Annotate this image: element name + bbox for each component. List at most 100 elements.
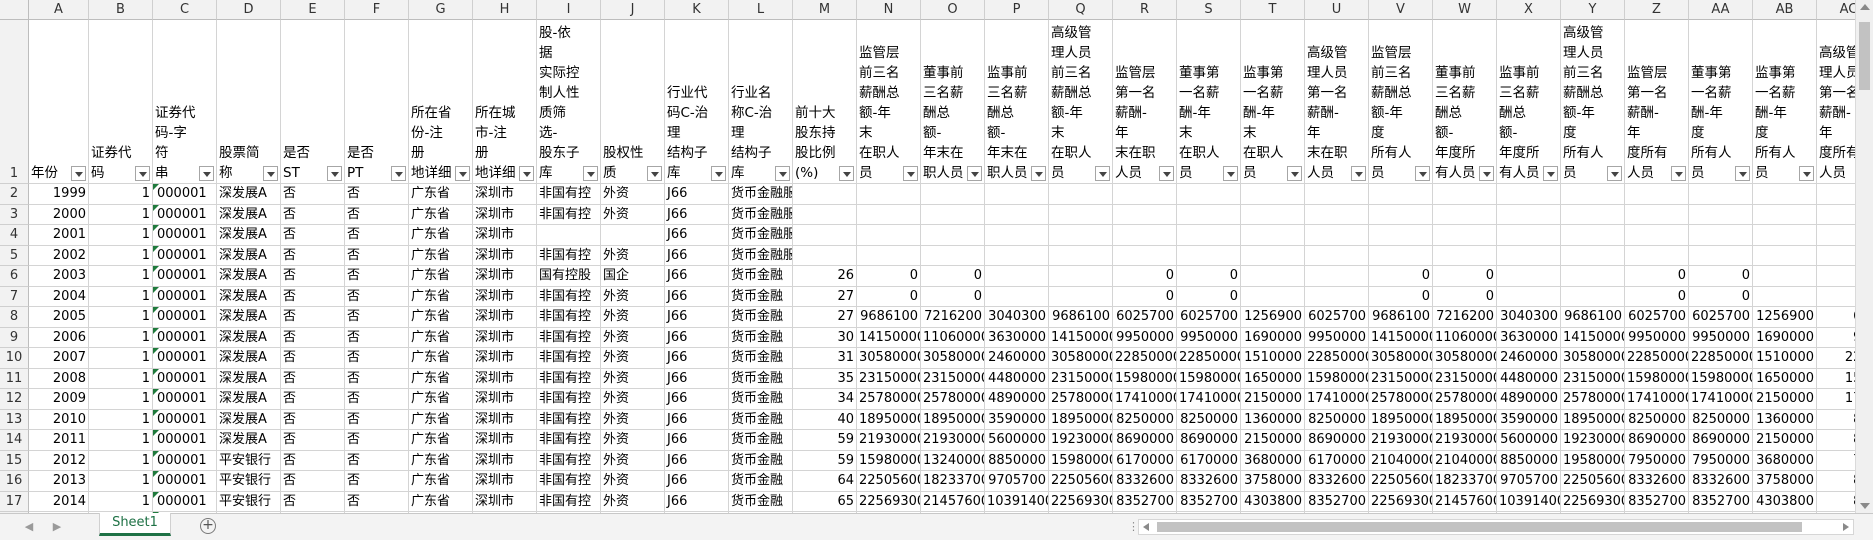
table-cell[interactable]: 1650000 (1753, 368, 1817, 389)
table-cell[interactable]: 否 (345, 471, 409, 492)
filter-dropdown-icon[interactable] (1799, 166, 1814, 181)
table-cell[interactable]: 广东省 (409, 184, 473, 205)
table-cell[interactable]: 3758000 (1753, 471, 1817, 492)
table-cell[interactable]: 2013 (29, 471, 89, 492)
table-cell[interactable]: 000001 (153, 184, 217, 205)
column-header-ab[interactable]: AB (1753, 0, 1817, 20)
table-cell[interactable]: 深发展A (217, 225, 281, 246)
table-cell[interactable]: 外资 (601, 245, 665, 266)
table-cell[interactable]: 000001 (153, 368, 217, 389)
table-cell[interactable] (1177, 245, 1241, 266)
header-cell[interactable]: 所在城 市-注册 地详细 (473, 20, 537, 184)
table-cell[interactable]: 869 (1817, 430, 1855, 451)
table-cell[interactable]: 14150000 (1049, 327, 1113, 348)
table-cell[interactable]: 3040300 (985, 307, 1049, 328)
row-header-2[interactable]: 2 (0, 184, 29, 205)
table-cell[interactable]: 835 (1817, 492, 1855, 512)
table-cell[interactable] (1177, 204, 1241, 225)
table-cell[interactable] (1305, 245, 1369, 266)
table-cell[interactable]: 2006 (29, 327, 89, 348)
table-cell[interactable]: 货币金融 (729, 327, 793, 348)
horizontal-scrollbar[interactable] (1138, 519, 1854, 535)
table-cell[interactable]: 3680000 (1241, 450, 1305, 471)
table-cell[interactable] (1305, 286, 1369, 307)
table-cell[interactable]: 2150000 (1753, 389, 1817, 410)
table-cell[interactable]: 25780000 (1561, 389, 1625, 410)
table-cell[interactable]: 深圳市 (473, 184, 537, 205)
table-cell[interactable]: 23150000 (921, 368, 985, 389)
filter-dropdown-icon[interactable] (839, 166, 854, 181)
sheet-tab-sheet1[interactable]: Sheet1 (99, 513, 171, 536)
table-cell[interactable]: 1 (89, 184, 153, 205)
table-cell[interactable]: 外资 (601, 491, 665, 512)
table-cell[interactable] (1497, 225, 1561, 246)
table-cell[interactable] (601, 225, 665, 246)
table-cell[interactable]: 否 (281, 471, 345, 492)
table-cell[interactable]: 0 (1113, 286, 1177, 307)
column-header-b[interactable]: B (89, 0, 153, 20)
table-cell[interactable]: 外资 (601, 327, 665, 348)
table-cell[interactable]: 8690000 (1625, 430, 1689, 451)
table-cell[interactable]: 广东省 (409, 307, 473, 328)
table-cell[interactable]: 1 (89, 266, 153, 287)
header-cell[interactable]: 股票简称 (217, 20, 281, 184)
filter-dropdown-icon[interactable] (1543, 166, 1558, 181)
header-cell[interactable]: 监管层 前三名 薪酬总 额-年末 在职人员 (857, 20, 921, 184)
table-cell[interactable]: 21930000 (921, 430, 985, 451)
table-cell[interactable]: 深圳市 (473, 348, 537, 369)
table-cell[interactable]: 8332600 (1625, 471, 1689, 492)
table-cell[interactable]: 深发展A (217, 286, 281, 307)
table-cell[interactable]: 外资 (601, 450, 665, 471)
table-cell[interactable]: 21457600 (921, 491, 985, 512)
table-cell[interactable]: 7216200 (921, 307, 985, 328)
table-cell[interactable]: 8690000 (1177, 430, 1241, 451)
table-cell[interactable] (1049, 266, 1113, 287)
table-cell[interactable]: 9950000 (1305, 327, 1369, 348)
filter-dropdown-icon[interactable] (135, 166, 150, 181)
table-cell[interactable] (1753, 225, 1817, 246)
header-cell[interactable]: 监管层 前三名 薪酬总 额-年度 所有人员 (1369, 20, 1433, 184)
table-cell[interactable]: 0 (921, 286, 985, 307)
table-cell[interactable]: 0 (1177, 286, 1241, 307)
table-cell[interactable]: 11060000 (921, 327, 985, 348)
table-cell[interactable] (1369, 245, 1433, 266)
table-cell[interactable]: 否 (281, 348, 345, 369)
table-cell[interactable]: 22850000 (1113, 348, 1177, 369)
column-header-v[interactable]: V (1369, 0, 1433, 20)
table-cell[interactable]: 广东省 (409, 409, 473, 430)
table-cell[interactable]: 0 (1689, 266, 1753, 287)
table-cell[interactable] (1049, 245, 1113, 266)
table-cell[interactable]: 9705700 (1497, 471, 1561, 492)
table-cell[interactable]: 15980000 (1625, 368, 1689, 389)
table-cell[interactable]: 21040000 (1369, 450, 1433, 471)
table-cell[interactable] (921, 225, 985, 246)
table-cell[interactable]: 17410000 (1689, 389, 1753, 410)
table-cell[interactable]: 000001 (153, 471, 217, 492)
table-cell[interactable]: 14150000 (1561, 327, 1625, 348)
table-cell[interactable]: 货币金融 (729, 409, 793, 430)
table-cell[interactable] (1497, 204, 1561, 225)
table-cell[interactable] (1753, 286, 1817, 307)
row-header-4[interactable]: 4 (0, 225, 29, 246)
table-cell[interactable]: 外资 (601, 430, 665, 451)
table-cell[interactable]: 否 (281, 307, 345, 328)
table-cell[interactable]: 1 (89, 307, 153, 328)
table-cell[interactable]: 30580000 (857, 348, 921, 369)
table-cell[interactable]: 3590000 (1497, 409, 1561, 430)
header-cell[interactable]: 董事第 一名薪 酬-年度 所有人员 (1689, 20, 1753, 184)
table-cell[interactable]: 深发展A (217, 409, 281, 430)
table-cell[interactable]: 否 (345, 450, 409, 471)
table-cell[interactable]: 非国有控 (537, 409, 601, 430)
table-cell[interactable]: 8850000 (1497, 450, 1561, 471)
table-cell[interactable]: 2285 (1817, 348, 1855, 369)
table-cell[interactable]: 1256900 (1753, 307, 1817, 328)
table-cell[interactable]: 非国有控 (537, 204, 601, 225)
header-cell[interactable]: 监事第 一名薪 酬-年末 在职人员 (1241, 20, 1305, 184)
table-cell[interactable]: 平安银行 (217, 450, 281, 471)
table-cell[interactable]: 1510000 (1241, 348, 1305, 369)
table-cell[interactable]: 25780000 (1049, 389, 1113, 410)
table-cell[interactable] (1561, 266, 1625, 287)
filter-dropdown-icon[interactable] (1031, 166, 1046, 181)
table-cell[interactable] (985, 286, 1049, 307)
table-cell[interactable]: 外资 (601, 184, 665, 205)
